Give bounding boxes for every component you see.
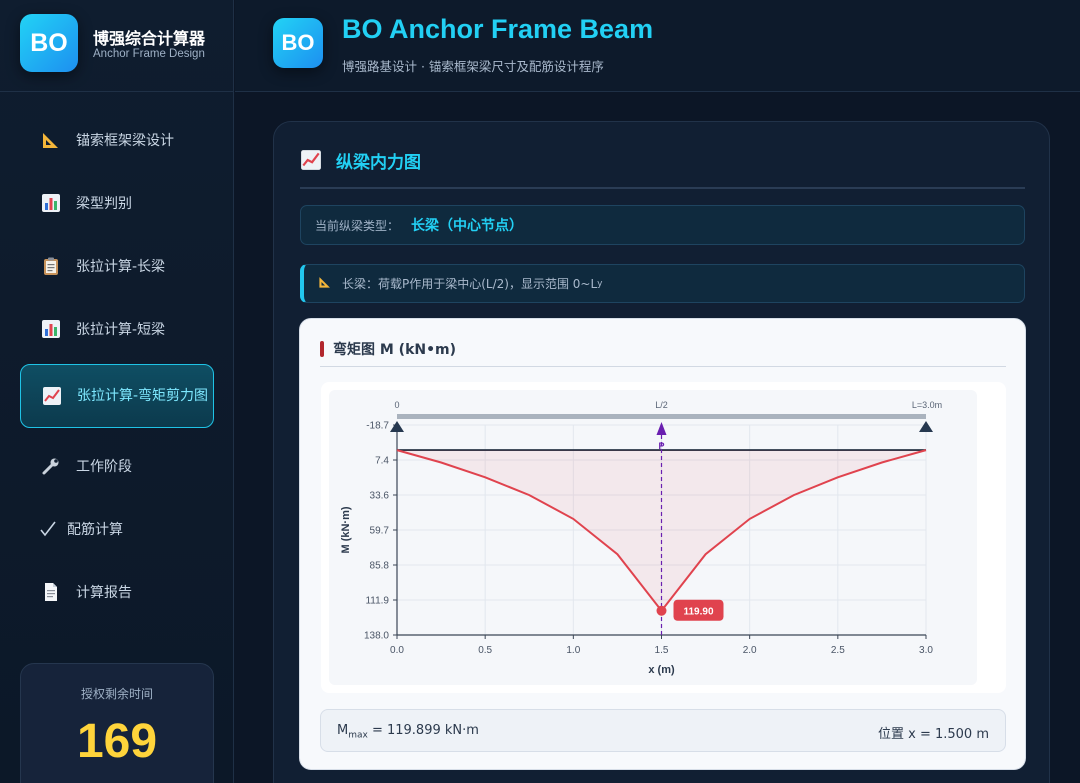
beam-type-label: 当前纵梁类型： [315, 218, 400, 233]
check-icon [37, 518, 59, 540]
y-axis-title: M (kN·m) [340, 506, 352, 553]
beam-bar [397, 414, 926, 419]
bar-chart-icon [40, 192, 62, 214]
sidebar-item-label: 工作阶段 [76, 459, 132, 475]
wrench-icon [40, 455, 62, 477]
beam-label-end: L=3.0m [912, 400, 942, 410]
x-tick-label: 2.5 [831, 645, 845, 656]
x-tick-label: 1.0 [566, 645, 580, 656]
info-note-text: 长梁：荷载P作用于梁中心(L/2)，显示范围 0~L [342, 277, 598, 291]
x-tick-label: 0.0 [390, 645, 404, 656]
main-card: 纵梁内力图 当前纵梁类型： 长梁（中心节点） 长梁：荷载P作用于梁中心(L/2)… [273, 121, 1050, 783]
sidebar-item-working-stage[interactable]: 工作阶段 [20, 434, 214, 498]
info-note-subscript: y [597, 278, 603, 289]
document-icon [40, 581, 62, 603]
y-tick-label: 7.4 [375, 456, 389, 467]
moment-diagram-panel: 弯矩图 M (kN•m) 0.0 0.5 1.0 1.5 2.0 2.5 3.0 -18.7 7… [299, 318, 1026, 770]
moment-chart-svg: 0.0 0.5 1.0 1.5 2.0 2.5 3.0 -18.7 7.4 33.6 59.7 85.… [329, 390, 977, 685]
sidebar-item-reinforcement[interactable]: 配筋计算 [20, 497, 214, 561]
x-tick-label: 1.5 [655, 645, 669, 656]
sidebar-item-beam-type[interactable]: 梁型判别 [20, 171, 214, 235]
sidebar-item-label: 锚索框架梁设计 [76, 133, 174, 149]
sidebar-item-tension-long[interactable]: 张拉计算-长梁 [20, 234, 214, 298]
max-moment-position: 位置 x = 1.500 m [878, 727, 989, 742]
brand-logo: BO [20, 14, 78, 72]
header: BO BO Anchor Frame Beam 博强路基设计 · 锚索框架梁尺寸… [235, 0, 1080, 92]
section-title: 纵梁内力图 [336, 153, 421, 173]
sidebar-item-label: 张拉计算-长梁 [76, 259, 166, 275]
peak-label: 119.90 [683, 607, 713, 618]
sidebar-item-moment-shear[interactable]: 张拉计算-弯矩剪力图 [20, 364, 214, 428]
sidebar-item-label: 梁型判别 [76, 196, 132, 212]
section-divider [300, 187, 1025, 189]
page-title: BO Anchor Frame Beam [342, 14, 654, 44]
sidebar-item-anchor-frame-design[interactable]: 锚索框架梁设计 [20, 108, 214, 172]
diagram-title-text: 弯矩图 M (kN•m) [333, 342, 457, 358]
clipboard-icon [40, 255, 62, 277]
sidebar-item-label: 张拉计算-短梁 [76, 322, 166, 338]
x-tick-label: 0.5 [478, 645, 492, 656]
triangle-ruler-icon [40, 129, 62, 151]
section-header: 纵梁内力图 [300, 148, 421, 173]
bar-chart-icon [40, 318, 62, 340]
header-logo: BO [273, 18, 323, 68]
y-tick-label: 111.9 [365, 596, 389, 607]
info-note: 长梁：荷载P作用于梁中心(L/2)，显示范围 0~L y [300, 264, 1025, 303]
sidebar: BO 博强综合计算器 Anchor Frame Design 锚索框架梁设计 梁… [0, 0, 234, 783]
beam-type-value: 长梁（中心节点） [411, 218, 524, 234]
sidebar-item-label: 配筋计算 [67, 522, 123, 538]
diagram-title: 弯矩图 M (kN•m) [320, 339, 456, 359]
max-moment-symbol: M [337, 723, 349, 738]
beam-label-mid: L/2 [655, 400, 668, 410]
brand: BO 博强综合计算器 Anchor Frame Design [0, 0, 234, 92]
x-axis-title: x (m) [648, 664, 675, 676]
y-tick-label: -18.7 [366, 421, 389, 432]
y-tick-label: 138.0 [364, 631, 389, 642]
trend-chart-icon [41, 385, 63, 407]
max-moment-value: = 119.899 kN·m [367, 723, 479, 738]
x-tick-label: 3.0 [919, 645, 933, 656]
sidebar-item-label: 计算报告 [76, 585, 132, 601]
moment-chart: 0.0 0.5 1.0 1.5 2.0 2.5 3.0 -18.7 7.4 33.6 59.7 85.… [321, 382, 1006, 693]
peak-marker [656, 605, 667, 616]
y-tick-label: 85.8 [370, 561, 390, 572]
result-bar: Mmax = 119.899 kN·m 位置 x = 1.500 m [320, 709, 1006, 752]
sidebar-item-report[interactable]: 计算报告 [20, 560, 214, 624]
page-subtitle: 博强路基设计 · 锚索框架梁尺寸及配筋设计程序 [342, 59, 604, 74]
beam-label-start: 0 [394, 400, 399, 410]
license-panel: 授权剩余时间 169 [20, 663, 214, 783]
y-tick-label: 33.6 [370, 491, 390, 502]
max-moment: Mmax = 119.899 kN·m [337, 723, 479, 741]
sidebar-item-label: 张拉计算-弯矩剪力图 [77, 387, 209, 404]
brand-subtitle: Anchor Frame Design [93, 48, 205, 60]
license-days: 169 [76, 715, 158, 768]
license-title: 授权剩余时间 [80, 687, 153, 701]
beam-type-banner: 当前纵梁类型： 长梁（中心节点） [300, 205, 1025, 245]
brand-title: 博强综合计算器 [93, 29, 206, 48]
diagram-divider [320, 366, 1006, 367]
sidebar-item-tension-short[interactable]: 张拉计算-短梁 [20, 297, 214, 361]
x-tick-label: 2.0 [743, 645, 757, 656]
triangle-ruler-icon [318, 275, 332, 292]
trend-chart-icon [300, 149, 324, 173]
max-moment-subscript: max [348, 730, 368, 741]
title-accent-bar [320, 341, 324, 357]
load-label: P [658, 441, 664, 451]
y-tick-label: 59.7 [370, 526, 390, 537]
